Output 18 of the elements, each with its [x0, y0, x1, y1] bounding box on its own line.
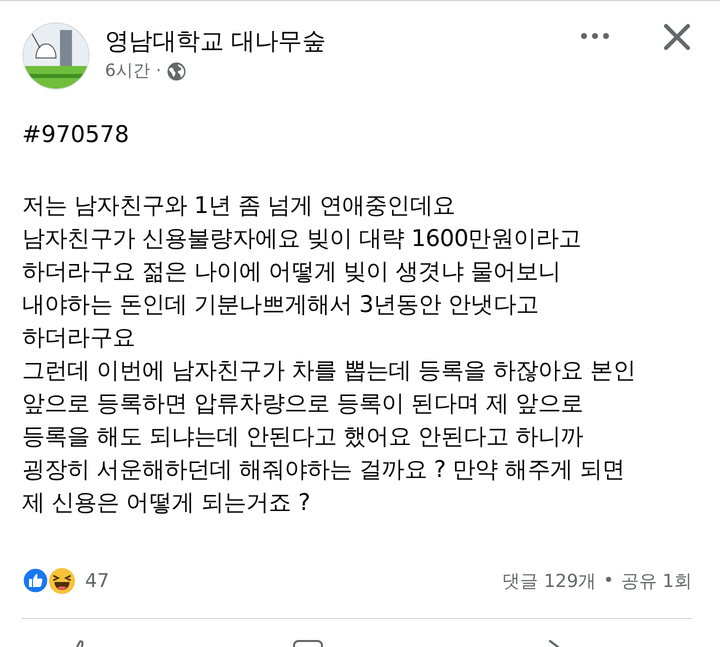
globe-icon [167, 62, 186, 80]
shares-link[interactable]: 공유 1회 [620, 568, 692, 593]
separator-dot: · [156, 61, 162, 81]
like-reaction-icon [22, 567, 49, 594]
comment-icon[interactable] [293, 640, 323, 647]
page-name-link[interactable]: 영남대학교 대나무숲 [105, 26, 580, 56]
close-icon [663, 23, 691, 51]
post-id: #970578 [22, 121, 130, 150]
more-icon [581, 33, 609, 39]
comments-link[interactable]: 댓글 129개 [502, 568, 596, 593]
share-icon[interactable] [548, 640, 560, 647]
laughing-emoji-icon [48, 566, 76, 595]
thumbs-up-icon[interactable] [74, 640, 86, 647]
close-button[interactable] [662, 22, 692, 52]
post-text: 저는 남자친구와 1년 좀 넘게 연애중인데요 남자친구가 신용불량자에요 빚이 대략 1600만원이라고 하더라구요 젊은 나이에 어떻게 빚이 생겻냐 물어보니 내야하는 돈인데 기분나쁘게해서 3년동안 안냇다고 하더라구요 그런데 이번에 남자친구가 차를 뽑는데 등록을 하잖아요 본인 앞으로 등록하면 압류차량으로 등록이 된다며 제 앞으로 등록을 해도 되냐는데 안된다고 했어요 안된다고 하니까 굉장히 서운해하던데 해줘야하는 걸까요 ? 만약 해주게 되면 제 신용은 어떻게 되는거죠 ? [22, 192, 636, 518]
separator-dot: • [603, 570, 614, 592]
reaction-count[interactable]: 47 [85, 570, 110, 592]
post-time[interactable]: 6시간 [105, 61, 150, 81]
